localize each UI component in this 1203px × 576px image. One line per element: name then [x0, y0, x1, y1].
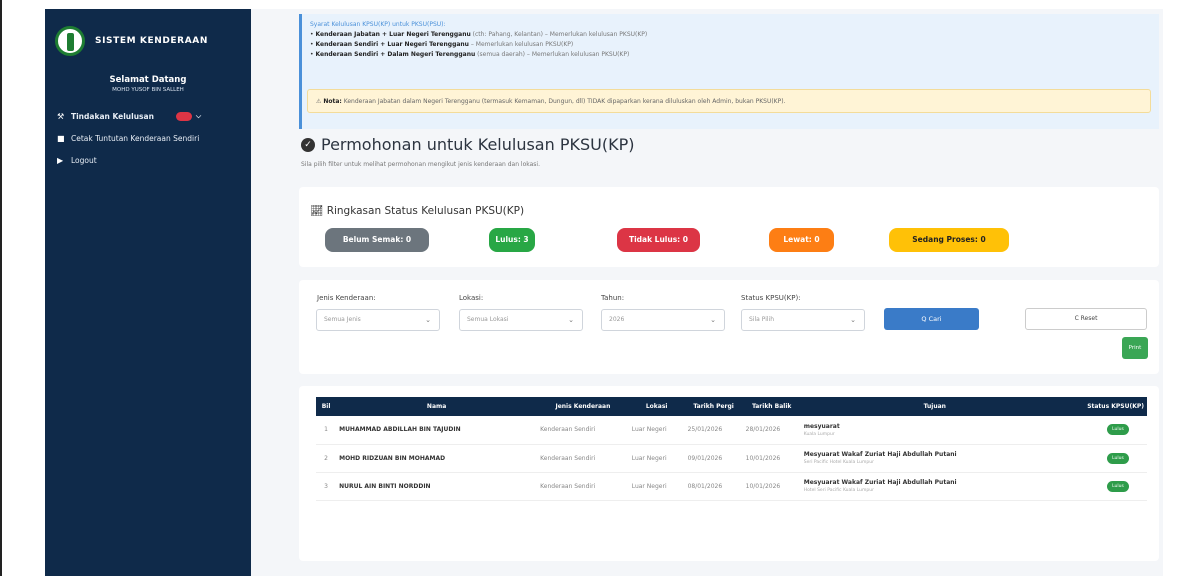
sidebar-item-label: Cetak Tuntutan Kenderaan Sendiri — [71, 133, 200, 143]
status-select[interactable]: Sila Pilih ⌄ — [741, 309, 865, 331]
note-text: Kenderaan Jabatan dalam Negeri Terenggan… — [341, 98, 786, 105]
welcome-text: Selamat Datang — [109, 75, 187, 85]
sidebar-item-cetak-tuntutan[interactable]: ■ Cetak Tuntutan Kenderaan Sendiri — [45, 127, 251, 149]
notification-badge — [175, 111, 192, 121]
table-row[interactable]: 2 MOHD RIDZUAN BIN MOHAMAD Kenderaan Sen… — [316, 444, 1147, 472]
table-card: Bil Nama Jenis Kenderaan Lokasi Tarikh P… — [299, 386, 1159, 561]
page-title: ✓ Permohonan untuk Kelulusan PKSU(KP) — [301, 135, 634, 154]
chevron-down-icon: ⌄ — [710, 316, 716, 324]
file-icon: ■ — [57, 133, 65, 143]
summary-heading: 📈︎ Ringkasan Status Kelulusan PKSU(KP) — [310, 205, 525, 217]
col-lokasi: Lokasi — [645, 403, 668, 410]
page-subtitle: Sila pilih filter untuk melihat permohon… — [301, 161, 540, 168]
info-heading: Syarat Kelulusan KPSU(KP) untuk PKSU(PSU… — [310, 21, 446, 28]
sidebar-item-label: Logout — [71, 155, 97, 165]
welcome-block: Selamat Datang MOHD YUSOF BIN SALLEH — [45, 75, 251, 93]
chevron-down-icon: ⌄ — [568, 316, 574, 324]
filter-status-label: Status KPSU(KP): — [741, 294, 801, 302]
reset-button[interactable]: C Reset — [1025, 308, 1147, 330]
lokasi-select[interactable]: Semua Lokasi ⌄ — [459, 309, 583, 331]
status-pill-tidak-lulus: Tidak Lulus: 0 — [617, 228, 700, 252]
sidebar: SISTEM KENDERAAN Selamat Datang MOHD YUS… — [45, 9, 251, 576]
applications-table: Bil Nama Jenis Kenderaan Lokasi Tarikh P… — [316, 397, 1147, 501]
status-pill-sedang-proses: Sedang Proses: 0 — [889, 228, 1009, 252]
sidebar-nav: ⚒ Tindakan Kelulusan ⌵ ■ Cetak Tuntutan … — [45, 105, 251, 171]
col-jenis: Jenis Kenderaan — [555, 403, 611, 410]
status-badge: Lulus — [1107, 480, 1129, 492]
sidebar-item-logout[interactable]: ▶ Logout — [45, 149, 251, 171]
sidebar-brand[interactable]: SISTEM KENDERAAN — [45, 9, 251, 73]
user-name: MOHD YUSOF BIN SALLEH — [112, 87, 184, 93]
chart-icon: 📈︎ — [310, 205, 324, 217]
logo-icon — [55, 26, 85, 56]
filter-tahun-label: Tahun: — [601, 294, 625, 302]
filter-jenis-label: Jenis Kenderaan: — [317, 294, 376, 302]
status-badge: Lulus — [1107, 452, 1129, 464]
filter-card: Jenis Kenderaan: Semua Jenis ⌄ Lokasi: S… — [299, 280, 1159, 374]
info-line: • Kenderaan Sendiri + Luar Negeri Tereng… — [310, 41, 574, 48]
table-row[interactable]: 3 NURUL AIN BINTI NORDDIN Kenderaan Send… — [316, 472, 1147, 500]
summary-card: 📈︎ Ringkasan Status Kelulusan PKSU(KP) B… — [299, 187, 1159, 267]
chevron-down-icon: ⌵ — [195, 111, 202, 120]
col-nama: Nama — [426, 403, 447, 410]
col-status: Status KPSU(KP) — [1087, 403, 1144, 410]
chevron-down-icon: ⌄ — [425, 316, 431, 324]
status-badge: Lulus — [1107, 424, 1129, 436]
warning-icon: ⚠ — [316, 98, 322, 105]
jenis-kenderaan-select[interactable]: Semua Jenis ⌄ — [316, 309, 440, 331]
warning-note: ⚠ Nota: Kenderaan Jabatan dalam Negeri T… — [307, 89, 1151, 113]
chevron-down-icon: ⌄ — [850, 316, 856, 324]
info-line: • Kenderaan Sendiri + Dalam Negeri Teren… — [310, 51, 630, 58]
col-tujuan: Tujuan — [923, 403, 946, 410]
wrench-icon: ⚒ — [57, 111, 65, 121]
filter-lokasi-label: Lokasi: — [459, 294, 484, 302]
cari-button[interactable]: Q Cari — [884, 308, 979, 330]
logout-icon: ▶ — [57, 155, 64, 165]
info-line: • Kenderaan Jabatan + Luar Negeri Tereng… — [310, 31, 648, 38]
brand-title: SISTEM KENDERAAN — [95, 36, 208, 46]
print-button[interactable]: Print — [1122, 337, 1148, 359]
sidebar-item-tindakan-kelulusan[interactable]: ⚒ Tindakan Kelulusan ⌵ — [45, 105, 251, 127]
col-bil: Bil — [321, 403, 331, 410]
col-tarikh-pergi: Tarikh Pergi — [693, 403, 734, 410]
note-label: Nota: — [323, 98, 342, 105]
table-header-row: Bil Nama Jenis Kenderaan Lokasi Tarikh P… — [316, 397, 1147, 416]
status-pill-belum-semak: Belum Semak: 0 — [325, 228, 429, 252]
check-circle-icon: ✓ — [301, 137, 315, 152]
table-row[interactable]: 1 MUHAMMAD ABDILLAH BIN TAJUDIN Kenderaa… — [316, 416, 1147, 444]
tahun-select[interactable]: 2026 ⌄ — [601, 309, 725, 331]
status-pill-lewat: Lewat: 0 — [769, 228, 834, 252]
col-tarikh-balik: Tarikh Balik — [751, 403, 792, 410]
main-content: Syarat Kelulusan KPSU(KP) untuk PKSU(PSU… — [251, 9, 1163, 576]
sidebar-item-label: Tindakan Kelulusan — [71, 111, 154, 121]
status-pill-lulus: Lulus: 3 — [489, 228, 535, 252]
